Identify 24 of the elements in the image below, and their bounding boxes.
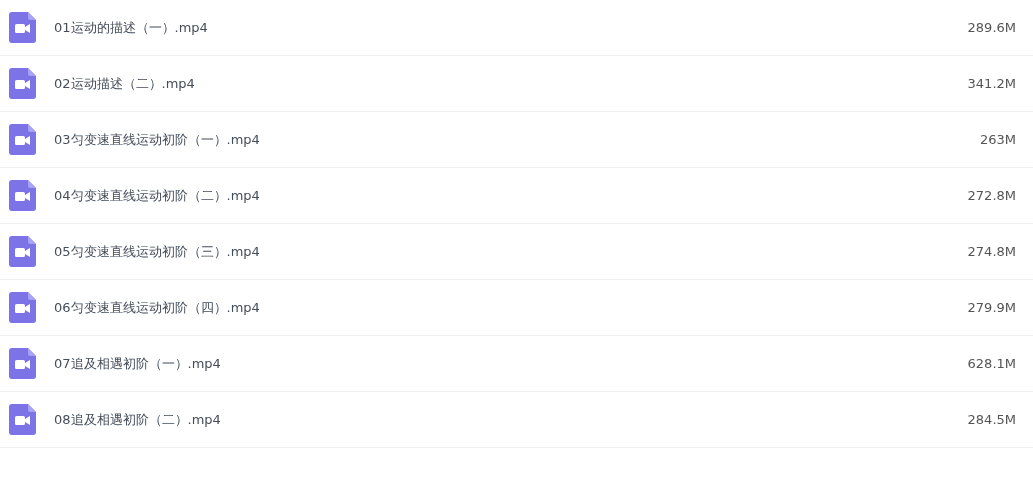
file-size: 263M	[979, 132, 1016, 147]
file-name[interactable]: 06匀变速直线运动初阶（四）.mp4	[54, 298, 968, 317]
video-file-icon	[9, 292, 36, 323]
video-file-icon	[9, 348, 36, 379]
file-size: 341.2M	[967, 76, 1016, 91]
file-name[interactable]: 01运动的描述（一）.mp4	[54, 18, 968, 37]
file-name[interactable]: 05匀变速直线运动初阶（三）.mp4	[54, 242, 968, 261]
video-file-icon	[9, 124, 36, 155]
file-name[interactable]: 04匀变速直线运动初阶（二）.mp4	[54, 186, 968, 205]
file-size: 628.1M	[967, 356, 1016, 371]
video-file-icon	[9, 404, 36, 435]
file-size: 284.5M	[967, 412, 1016, 427]
file-size: 279.9M	[967, 300, 1016, 315]
file-name[interactable]: 02运动描述（二）.mp4	[54, 74, 968, 93]
file-size: 289.6M	[967, 20, 1016, 35]
file-name[interactable]: 03匀变速直线运动初阶（一）.mp4	[54, 130, 980, 149]
file-name[interactable]: 08追及相遇初阶（二）.mp4	[54, 410, 968, 429]
video-file-icon	[9, 236, 36, 267]
video-file-icon	[9, 180, 36, 211]
video-file-icon	[9, 68, 36, 99]
video-file-icon	[9, 12, 36, 43]
file-size: 274.8M	[967, 244, 1016, 259]
file-name[interactable]: 07追及相遇初阶（一）.mp4	[54, 354, 968, 373]
file-size: 272.8M	[967, 188, 1016, 203]
